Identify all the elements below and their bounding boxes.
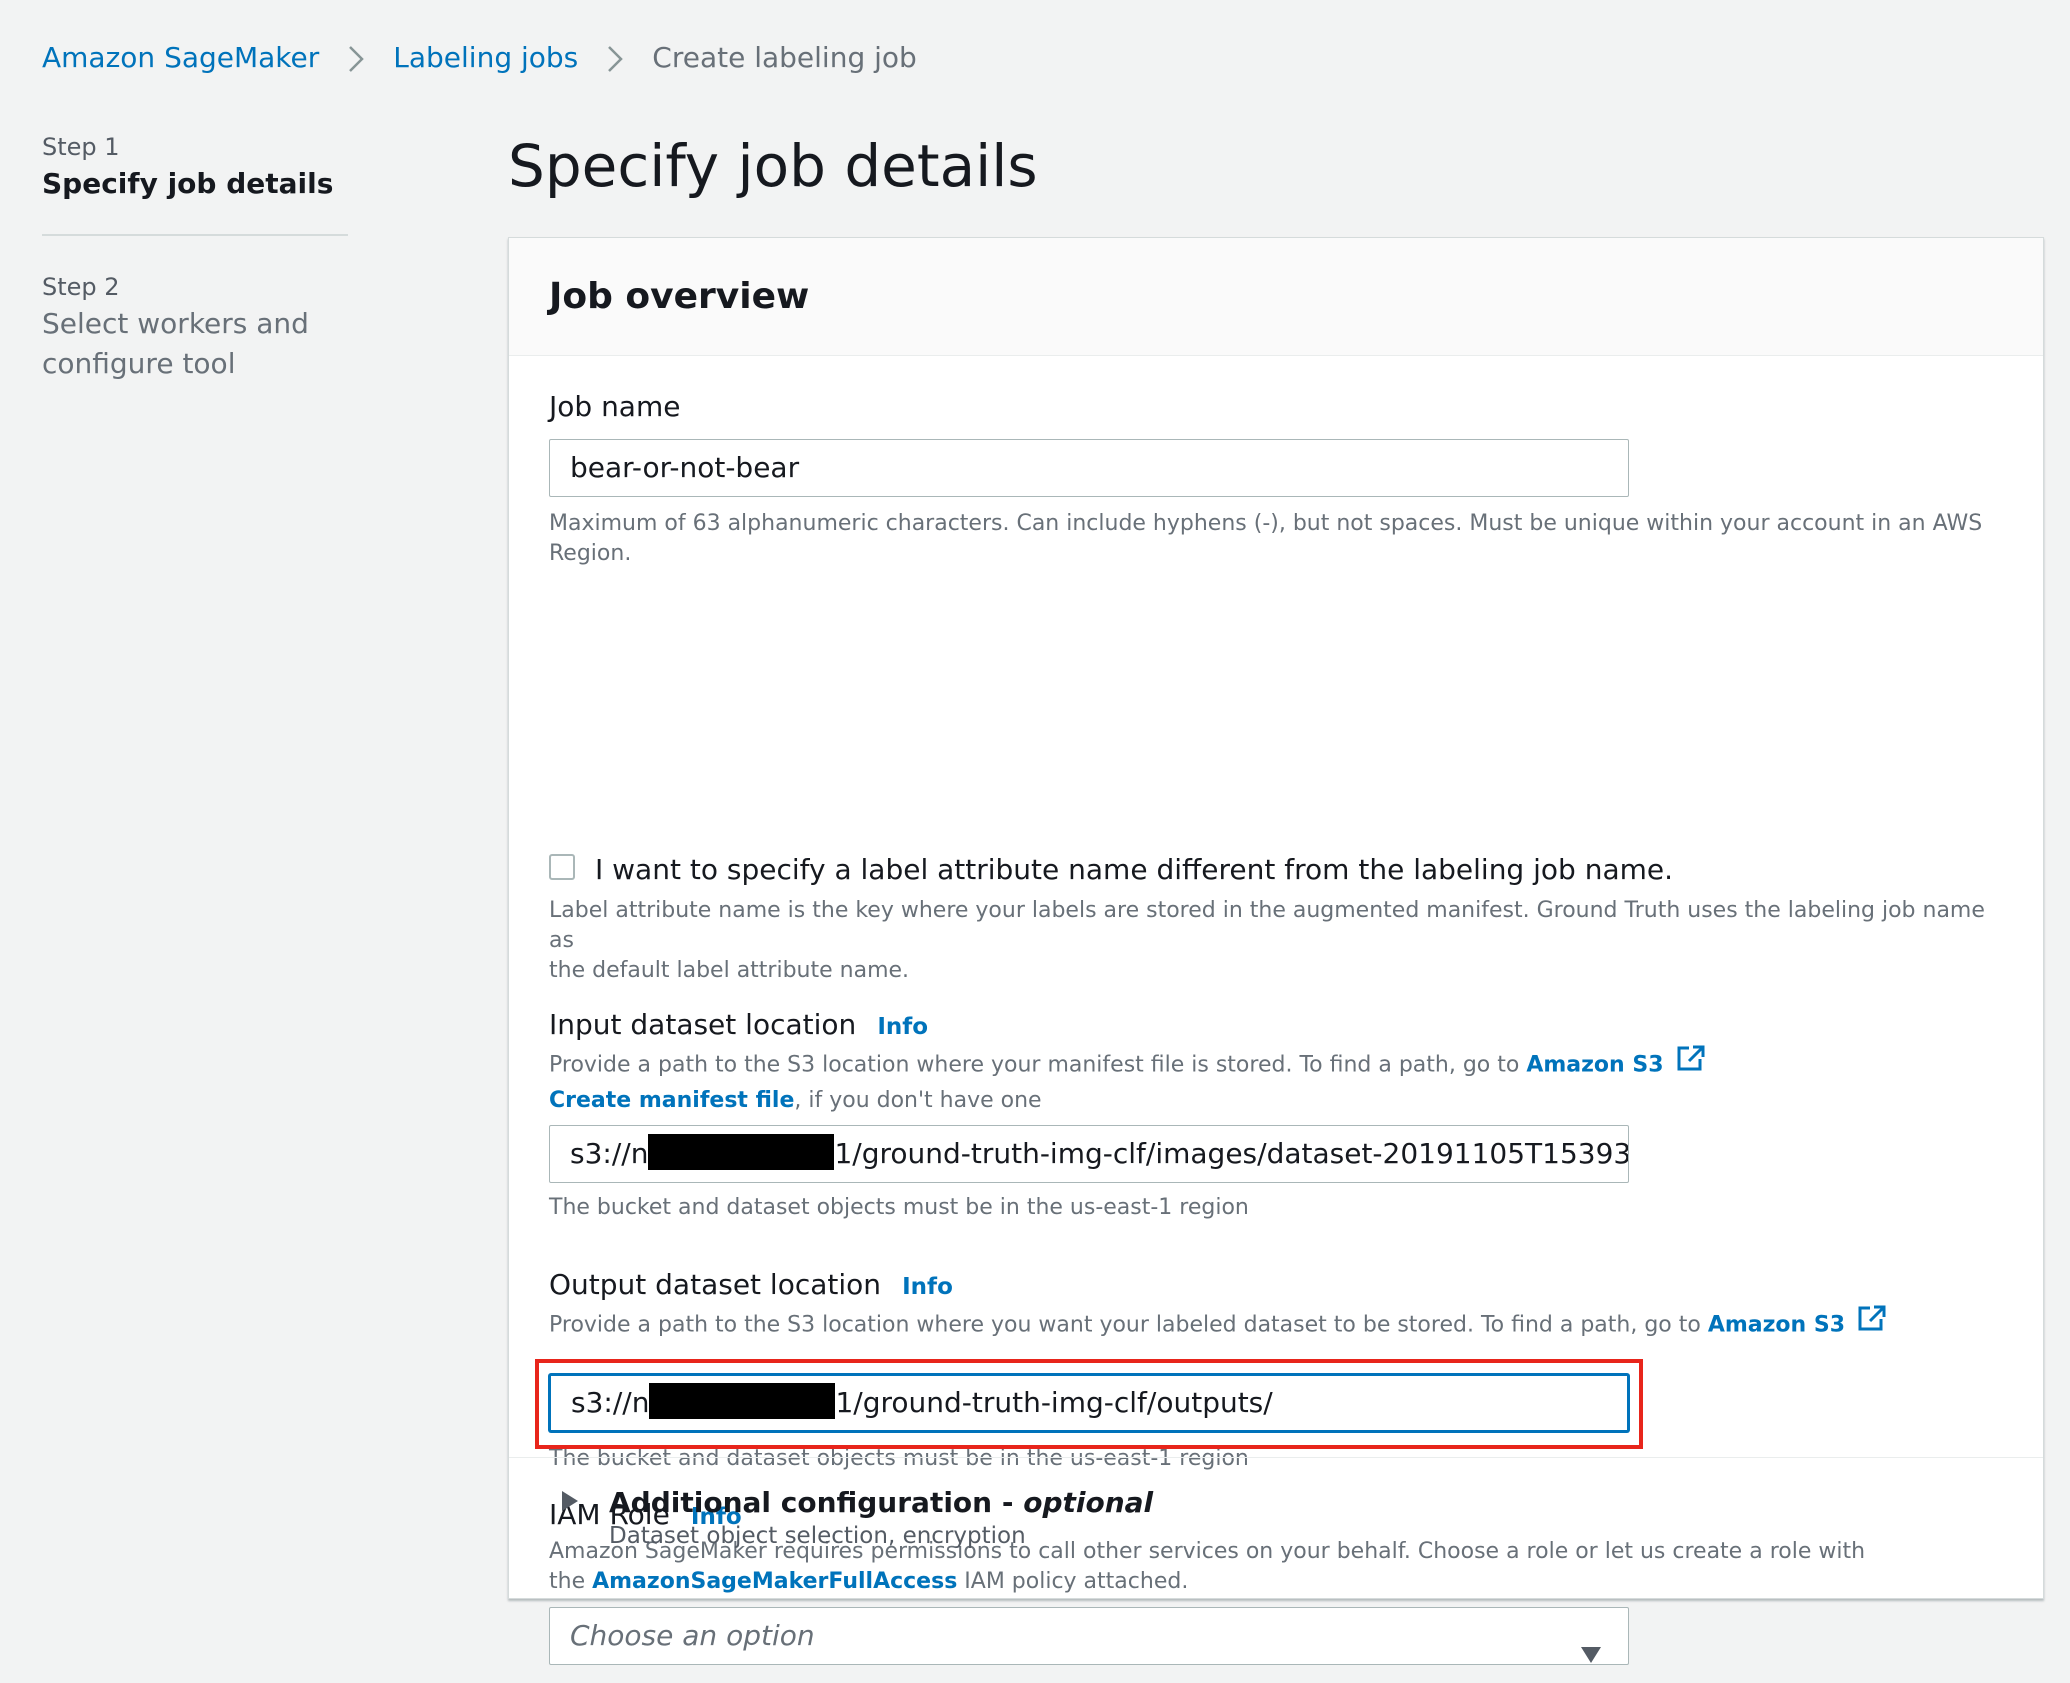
label-attribute-row[interactable]: I want to specify a label attribute name… <box>549 853 2009 886</box>
output-location-value-prefix: s3://n <box>571 1386 650 1419</box>
input-location-value-suffix: 1/ground-truth-img-clf/images/dataset-20… <box>834 1137 1629 1170</box>
label-attribute-checkbox[interactable] <box>549 853 575 880</box>
step-2-title-line1: Select workers and <box>42 307 309 340</box>
page-title: Specify job details <box>508 132 1038 200</box>
additional-configuration[interactable]: Additional configuration - optional Data… <box>561 1486 1153 1549</box>
manifest-desc: Create manifest file, if you don't have … <box>549 1086 2009 1116</box>
iam-role-desc-line2: the AmazonSageMakerFullAccess IAM policy… <box>549 1567 2009 1597</box>
step-2-title-line2: configure tool <box>42 347 236 380</box>
step-1-title: Specify job details <box>42 167 334 200</box>
breadcrumb-labeling-jobs-link[interactable]: Labeling jobs <box>393 36 578 80</box>
panel-title: Job overview <box>549 276 810 317</box>
external-link-icon[interactable] <box>1857 1304 1887 1341</box>
step-2-number: Step 2 <box>42 273 120 301</box>
breadcrumb: Amazon SageMaker Labeling jobs Create la… <box>42 36 917 80</box>
input-location-desc-text: Provide a path to the S3 location where … <box>549 1052 1527 1078</box>
iam-role-desc-prefix: the <box>549 1569 593 1594</box>
output-location-label: Output dataset location <box>549 1268 882 1301</box>
breadcrumb-sagemaker-link[interactable]: Amazon SageMaker <box>42 36 319 80</box>
output-amazon-s3-link[interactable]: Amazon S3 <box>1708 1313 1845 1338</box>
caret-right-icon <box>561 1486 609 1519</box>
step-2[interactable]: Step 2 Select workers and configure tool <box>42 270 348 384</box>
caret-down-icon <box>1580 1627 1602 1683</box>
additional-configuration-subtitle: Dataset object selection, encryption <box>609 1523 1026 1549</box>
input-location-value-prefix: s3://n <box>570 1137 649 1170</box>
input-location-help: The bucket and dataset objects must be i… <box>549 1195 1249 1220</box>
chevron-right-icon <box>578 36 652 80</box>
job-name-help: Maximum of 63 alphanumeric characters. C… <box>549 509 1989 569</box>
job-name-section: Job name bear-or-not-bear Maximum of 63 … <box>549 387 1989 569</box>
step-1: Step 1 Specify job details <box>42 130 348 204</box>
output-location-desc: Provide a path to the S3 location where … <box>549 1304 2009 1344</box>
iam-role-desc-suffix: IAM policy attached. <box>957 1569 1189 1594</box>
job-name-help-line1: Maximum of 63 alphanumeric characters. C… <box>549 511 1983 536</box>
step-navigation: Step 1 Specify job details Step 2 Select… <box>42 130 348 384</box>
label-attribute-section: I want to specify a label attribute name… <box>549 853 2009 986</box>
job-name-label: Job name <box>549 390 681 423</box>
input-location-label: Input dataset location <box>549 1008 857 1041</box>
job-name-input[interactable]: bear-or-not-bear <box>549 439 1629 497</box>
additional-title-text: Additional configuration - <box>609 1486 1024 1519</box>
input-location-section: Input dataset location Info Provide a pa… <box>549 1005 2009 1223</box>
output-location-section: Output dataset location Info Provide a p… <box>535 1265 2009 1474</box>
step-divider <box>42 234 348 236</box>
chevron-right-icon <box>319 36 393 80</box>
input-amazon-s3-link[interactable]: Amazon S3 <box>1526 1053 1663 1078</box>
output-location-desc-text: Provide a path to the S3 location where … <box>549 1312 1708 1338</box>
redaction-bar <box>648 1134 835 1170</box>
redaction-bar <box>649 1383 836 1419</box>
sagemaker-full-access-link[interactable]: AmazonSageMakerFullAccess <box>592 1569 957 1594</box>
input-location-input[interactable]: s3://n 1/ground-truth-img-clf/images/data… <box>549 1125 1629 1183</box>
create-manifest-link[interactable]: Create manifest file <box>549 1088 794 1113</box>
label-attribute-help-line2: the default label attribute name. <box>549 958 910 983</box>
manifest-suffix: , if you don't have one <box>794 1088 1042 1113</box>
output-location-input[interactable]: s3://n 1/ground-truth-img-clf/outputs/ <box>549 1374 1629 1432</box>
label-attribute-help: Label attribute name is the key where yo… <box>549 896 2009 986</box>
additional-configuration-title[interactable]: Additional configuration - optional <box>561 1486 1153 1519</box>
step-1-number: Step 1 <box>42 133 120 161</box>
job-name-value: bear-or-not-bear <box>570 451 800 484</box>
label-attribute-checkbox-label: I want to specify a label attribute name… <box>595 853 1673 886</box>
iam-role-placeholder: Choose an option <box>570 1619 815 1652</box>
output-location-value-suffix: 1/ground-truth-img-clf/outputs/ <box>835 1386 1273 1419</box>
input-location-info-link[interactable]: Info <box>877 1014 928 1040</box>
label-attribute-help-line1: Label attribute name is the key where yo… <box>549 898 1985 953</box>
panel-header: Job overview <box>509 238 2043 356</box>
output-location-info-link[interactable]: Info <box>902 1274 953 1300</box>
iam-role-select[interactable]: Choose an option <box>549 1607 1629 1665</box>
job-name-help-line2: Region. <box>549 541 632 566</box>
job-overview-panel: Job overview Job name bear-or-not-bear M… <box>508 237 2044 1665</box>
section-divider <box>509 1457 2043 1458</box>
external-link-icon[interactable] <box>1676 1044 1706 1081</box>
breadcrumb-current: Create labeling job <box>652 41 917 74</box>
output-location-input-wrap: s3://n 1/ground-truth-img-clf/outputs/ <box>535 1359 2009 1449</box>
input-location-desc: Provide a path to the S3 location where … <box>549 1044 2009 1084</box>
additional-optional: optional <box>1023 1486 1154 1519</box>
